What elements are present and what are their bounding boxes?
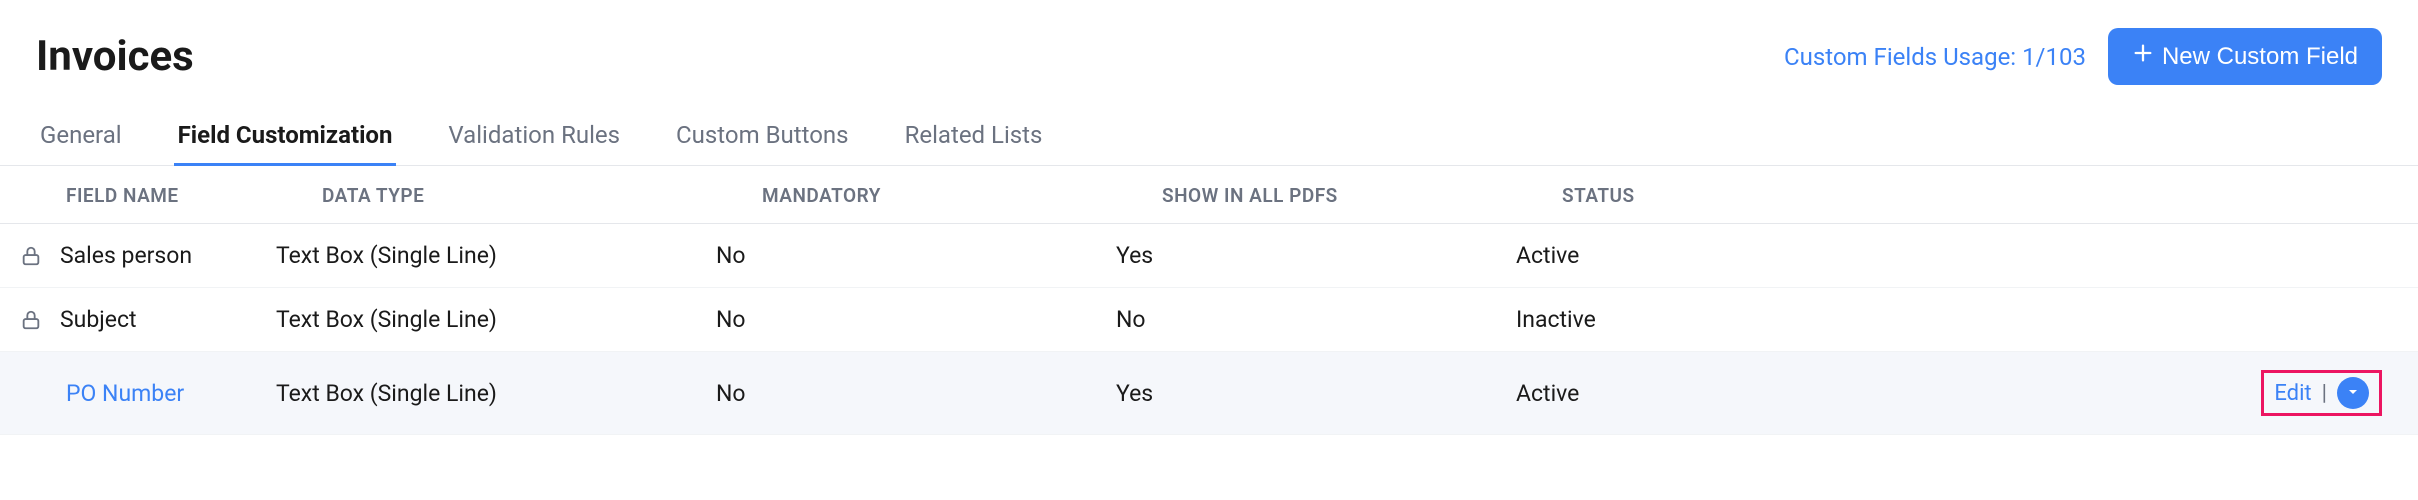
cell-status: Active <box>1516 380 1916 407</box>
fields-table: FIELD NAME DATA TYPE MANDATORY SHOW IN A… <box>0 166 2418 435</box>
table-row[interactable]: Subject Text Box (Single Line) No No Ina… <box>0 288 2418 352</box>
cell-mandatory: No <box>716 380 1116 407</box>
chevron-down-icon <box>2345 384 2361 403</box>
lock-icon <box>20 309 42 331</box>
page-title: Invoices <box>36 32 194 81</box>
cell-show-in-pdfs: Yes <box>1116 242 1516 269</box>
custom-fields-usage-link[interactable]: Custom Fields Usage: 1/103 <box>1784 43 2086 71</box>
col-status: STATUS <box>1562 184 1962 207</box>
plus-icon <box>2132 42 2154 71</box>
action-separator: | <box>2322 381 2327 406</box>
col-field-name: FIELD NAME <box>66 184 322 207</box>
col-data-type: DATA TYPE <box>322 184 762 207</box>
tab-custom-buttons[interactable]: Custom Buttons <box>672 109 853 166</box>
cell-status: Active <box>1516 242 1916 269</box>
cell-mandatory: No <box>716 306 1116 333</box>
tab-field-customization[interactable]: Field Customization <box>174 109 397 166</box>
table-row[interactable]: Sales person Text Box (Single Line) No Y… <box>0 224 2418 288</box>
col-actions <box>1962 184 2382 207</box>
page-header: Invoices Custom Fields Usage: 1/103 New … <box>0 0 2418 109</box>
cell-data-type: Text Box (Single Line) <box>276 306 716 333</box>
tab-validation-rules[interactable]: Validation Rules <box>444 109 624 166</box>
tab-related-lists[interactable]: Related Lists <box>901 109 1047 166</box>
cell-data-type: Text Box (Single Line) <box>276 242 716 269</box>
col-show-in-pdfs: SHOW IN ALL PDFS <box>1162 184 1562 207</box>
header-actions: Custom Fields Usage: 1/103 New Custom Fi… <box>1784 28 2382 85</box>
lock-icon <box>20 245 42 267</box>
table-row[interactable]: PO Number Text Box (Single Line) No Yes … <box>0 352 2418 435</box>
cell-show-in-pdfs: Yes <box>1116 380 1516 407</box>
edit-link[interactable]: Edit <box>2274 381 2311 406</box>
tabs-bar: General Field Customization Validation R… <box>0 109 2418 166</box>
new-custom-field-button[interactable]: New Custom Field <box>2108 28 2382 85</box>
cell-field-name: Sales person <box>60 242 192 269</box>
cell-data-type: Text Box (Single Line) <box>276 380 716 407</box>
cell-show-in-pdfs: No <box>1116 306 1516 333</box>
cell-field-name: Subject <box>60 306 137 333</box>
col-mandatory: MANDATORY <box>762 184 1162 207</box>
cell-field-name-link[interactable]: PO Number <box>66 380 184 407</box>
row-actions-highlight: Edit | <box>2261 370 2382 416</box>
cell-mandatory: No <box>716 242 1116 269</box>
cell-status: Inactive <box>1516 306 1916 333</box>
tab-general[interactable]: General <box>36 109 126 166</box>
table-header: FIELD NAME DATA TYPE MANDATORY SHOW IN A… <box>0 166 2418 224</box>
row-actions-dropdown-button[interactable] <box>2337 377 2369 409</box>
new-custom-field-label: New Custom Field <box>2162 43 2358 71</box>
